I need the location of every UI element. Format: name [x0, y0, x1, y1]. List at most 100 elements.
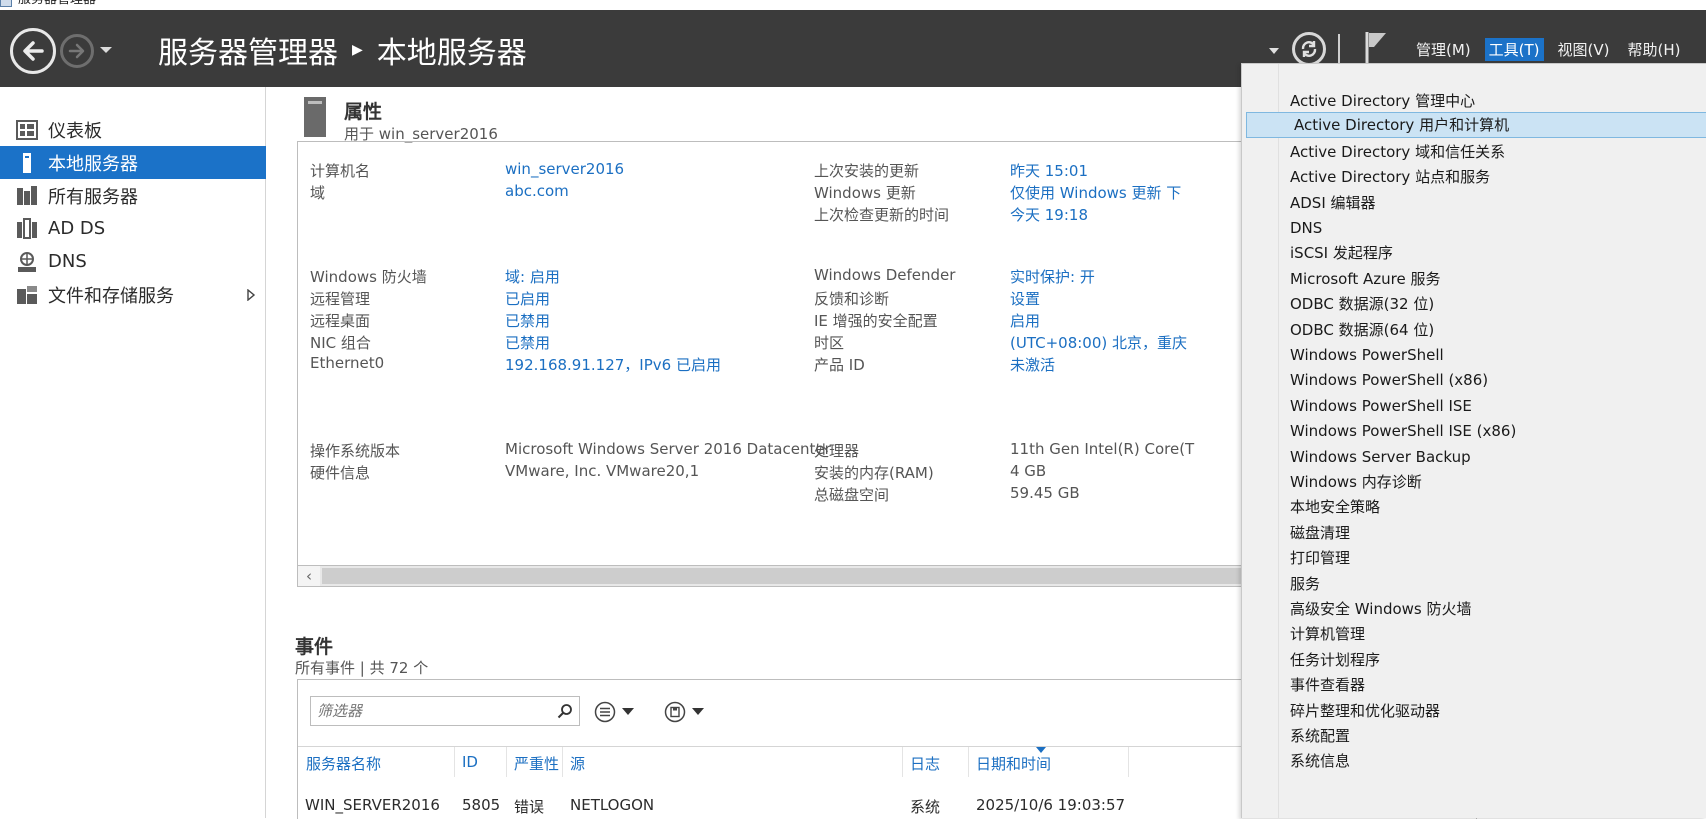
prop-value-windows-update[interactable]: 仅使用 Windows 更新 下	[1010, 182, 1181, 203]
prop-label: 操作系统版本	[310, 442, 401, 460]
tools-menu-item[interactable]: iSCSI 发起程序	[1242, 240, 1706, 266]
chevron-down-icon	[692, 708, 704, 715]
prop-label: Windows 防火墙	[310, 268, 427, 286]
prop-label: Windows Defender	[814, 266, 956, 284]
table-cell-log[interactable]: 系统	[910, 796, 940, 817]
prop-label: 计算机名	[310, 162, 371, 180]
tools-menu-item[interactable]: Active Directory 管理中心	[1242, 88, 1706, 114]
column-server-name[interactable]: 服务器名称	[306, 753, 381, 774]
table-cell-datetime[interactable]: 2025/10/6 19:03:57	[976, 796, 1125, 814]
back-button[interactable]	[10, 28, 56, 74]
menu-view[interactable]: 视图(V)	[1554, 38, 1614, 61]
tools-menu-item[interactable]: 磁盘清理	[1242, 520, 1706, 546]
tools-menu-item[interactable]: 任务计划程序	[1242, 647, 1706, 673]
column-divider	[454, 747, 455, 777]
sidebar-item-label: 文件和存储服务	[48, 285, 174, 307]
arrow-right-icon	[68, 43, 85, 59]
sidebar-item-all-servers[interactable]: 所有服务器	[0, 179, 266, 212]
prop-value-firewall[interactable]: 域: 启用	[505, 266, 560, 287]
tools-menu-item[interactable]: ODBC 数据源(32 位)	[1242, 291, 1706, 317]
menu-bar: 管理(M) 工具(T) 视图(V) 帮助(H)	[1412, 38, 1684, 61]
save-query-button[interactable]	[664, 698, 704, 726]
list-options-button[interactable]	[594, 698, 634, 726]
prop-value-defender[interactable]: 实时保护: 开	[1010, 266, 1095, 287]
servers-icon	[17, 185, 37, 205]
menu-tools[interactable]: 工具(T)	[1484, 38, 1544, 61]
dns-icon	[18, 251, 36, 272]
sidebar-item-dns[interactable]: DNS	[0, 245, 266, 278]
breadcrumb-current: 本地服务器	[376, 36, 527, 71]
table-cell-server[interactable]: WIN_SERVER2016	[305, 796, 440, 814]
scroll-left-icon[interactable]: ‹	[298, 566, 320, 586]
search-icon[interactable]	[557, 703, 573, 719]
tools-menu-item[interactable]: Active Directory 域和信任关系	[1242, 139, 1706, 165]
column-source[interactable]: 源	[570, 753, 585, 774]
tools-menu-item[interactable]: ODBC 数据源(64 位)	[1242, 317, 1706, 343]
tools-menu-item[interactable]: Windows Server Backup	[1242, 444, 1706, 470]
tools-menu-item[interactable]: Microsoft Azure 服务	[1242, 266, 1706, 292]
tools-menu-item[interactable]: 事件查看器	[1242, 672, 1706, 698]
prop-label: 远程管理	[310, 290, 371, 308]
sidebar: 仪表板 本地服务器 所有服务器 AD DS DNS 文件和存储服务	[0, 87, 266, 818]
tools-menu-item[interactable]: 本地安全策略	[1242, 494, 1706, 520]
menu-help[interactable]: 帮助(H)	[1624, 38, 1685, 61]
sidebar-item-dashboard[interactable]: 仪表板	[0, 113, 266, 146]
filter-input[interactable]	[311, 697, 551, 725]
prop-value-timezone[interactable]: (UTC+08:00) 北京，重庆	[1010, 332, 1187, 353]
list-icon	[594, 701, 616, 723]
prop-value-remote-management[interactable]: 已启用	[505, 288, 550, 309]
forward-button[interactable]	[60, 34, 94, 68]
column-id[interactable]: ID	[462, 753, 478, 771]
prop-value-feedback[interactable]: 设置	[1010, 288, 1040, 309]
sort-descending-icon	[1036, 747, 1046, 753]
arrow-left-icon	[23, 41, 44, 61]
table-cell-id[interactable]: 5805	[462, 796, 500, 814]
prop-value-product-id[interactable]: 未激活	[1010, 354, 1055, 375]
expand-arrow-icon[interactable]	[246, 289, 256, 301]
refresh-icon	[1301, 41, 1317, 57]
menu-manage[interactable]: 管理(M)	[1412, 38, 1475, 61]
column-log[interactable]: 日志	[910, 753, 940, 774]
tools-menu-item[interactable]: Windows 内存诊断	[1242, 469, 1706, 495]
column-severity[interactable]: 严重性	[514, 753, 559, 774]
tools-menu-item[interactable]: 服务	[1242, 571, 1706, 597]
tools-menu-item[interactable]: Windows PowerShell ISE (x86)	[1242, 418, 1706, 444]
tools-menu-item[interactable]: DNS	[1242, 215, 1706, 241]
tools-menu-item[interactable]: 打印管理	[1242, 545, 1706, 571]
table-cell-severity[interactable]: 错误	[514, 796, 544, 817]
prop-value-remote-desktop[interactable]: 已禁用	[505, 310, 550, 331]
sidebar-item-ad-ds[interactable]: AD DS	[0, 212, 266, 245]
tools-menu-item[interactable]: Active Directory 站点和服务	[1242, 164, 1706, 190]
column-datetime[interactable]: 日期和时间	[976, 753, 1051, 774]
refresh-dropdown-icon[interactable]	[1268, 46, 1280, 56]
tools-menu-item[interactable]: ADSI 编辑器	[1242, 190, 1706, 216]
tools-menu-item[interactable]: 高级安全 Windows 防火墙	[1242, 596, 1706, 622]
prop-value-domain[interactable]: abc.com	[505, 182, 569, 200]
tools-menu-item[interactable]: 系统信息	[1242, 748, 1706, 774]
history-dropdown-icon[interactable]	[98, 42, 114, 58]
sidebar-item-file-storage[interactable]: 文件和存储服务	[0, 278, 266, 311]
tools-menu-item[interactable]: 计算机管理	[1242, 621, 1706, 647]
tools-menu-item[interactable]: 碎片整理和优化驱动器	[1242, 698, 1706, 724]
prop-value-nic-teaming[interactable]: 已禁用	[505, 332, 550, 353]
prop-value-last-update[interactable]: 昨天 15:01	[1010, 160, 1088, 181]
filter-box	[310, 696, 580, 726]
server-icon	[23, 152, 31, 173]
tools-menu-item[interactable]: Windows PowerShell ISE	[1242, 393, 1706, 419]
sidebar-item-local-server[interactable]: 本地服务器	[0, 146, 266, 179]
tools-menu-item[interactable]: Windows PowerShell (x86)	[1242, 367, 1706, 393]
events-subtitle: 所有事件 | 共 72 个	[295, 659, 429, 677]
prop-value-computer-name[interactable]: win_server2016	[505, 160, 624, 178]
breadcrumb: 服务器管理器 ▶ 本地服务器	[158, 28, 527, 72]
prop-value-last-check[interactable]: 今天 19:18	[1010, 204, 1088, 225]
prop-label: 反馈和诊断	[814, 290, 890, 308]
tools-menu-item[interactable]: Windows PowerShell	[1242, 342, 1706, 368]
prop-value-ie-esc[interactable]: 启用	[1010, 310, 1040, 331]
table-cell-source[interactable]: NETLOGON	[570, 796, 654, 814]
notifications-flag-icon[interactable]	[1364, 30, 1390, 66]
prop-value-ethernet[interactable]: 192.168.91.127，IPv6 已启用	[505, 354, 721, 375]
tools-menu-item[interactable]: Active Directory 用户和计算机	[1246, 112, 1706, 139]
tools-menu-item[interactable]: 系统配置	[1242, 723, 1706, 749]
refresh-button[interactable]	[1292, 32, 1326, 66]
breadcrumb-root[interactable]: 服务器管理器	[158, 28, 338, 72]
